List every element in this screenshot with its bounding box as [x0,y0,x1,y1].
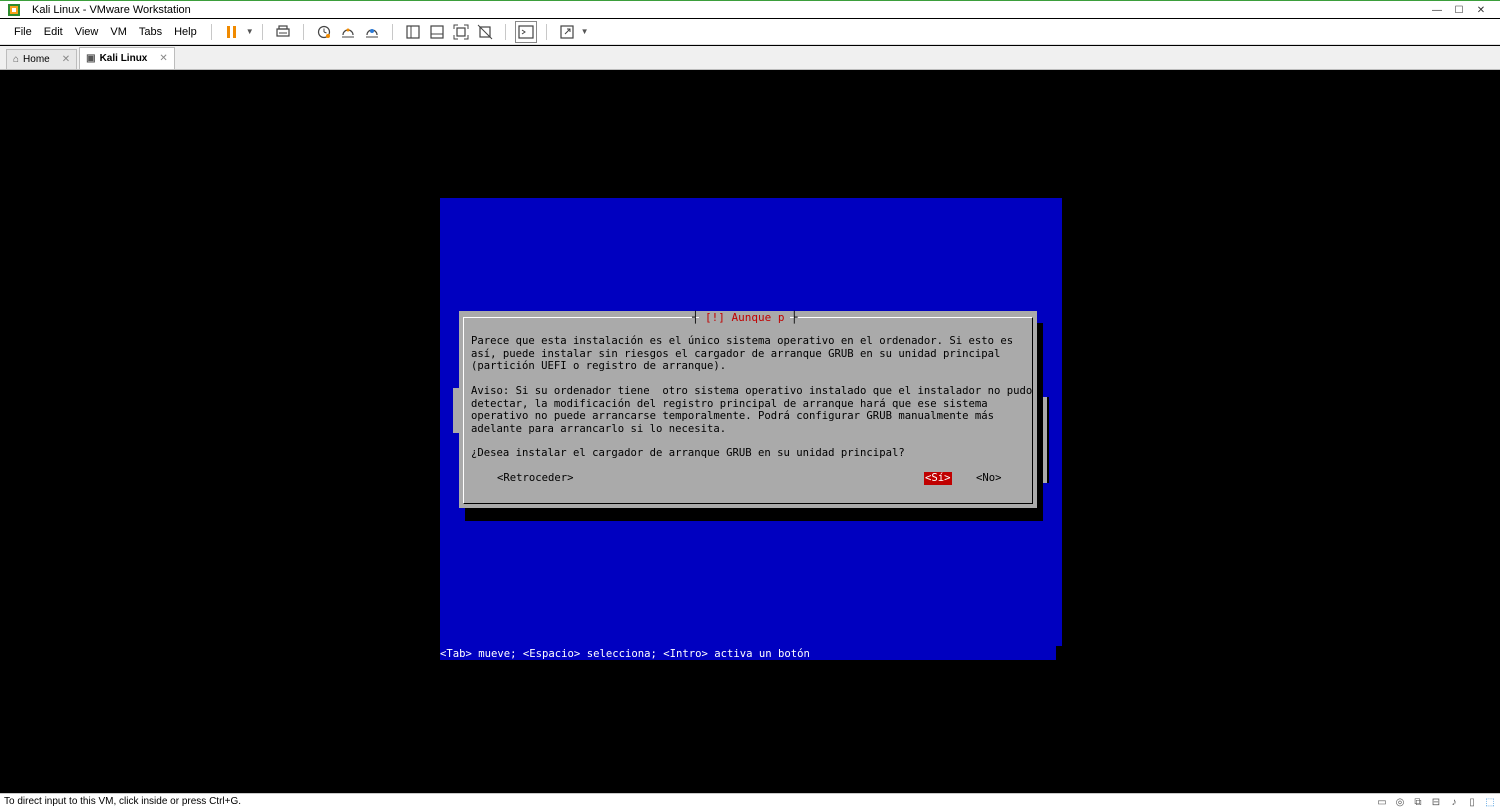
thumbnail-bar-button[interactable] [426,21,448,43]
keyboard-help-line: <Tab> mueve; <Espacio> selecciona; <Intr… [440,648,810,660]
toolbar-separator [545,23,547,40]
tab-kali-linux[interactable]: ▣ Kali Linux ✕ [79,47,175,69]
vm-icon: ▣ [86,53,96,64]
pause-dropdown-icon[interactable]: ▼ [246,27,254,36]
unity-icon [477,24,493,39]
show-library-button[interactable] [402,21,424,43]
device-status-icons: ▭ ◎ ⧉ ⊟ ♪ ▯ ⬚ [1376,794,1496,809]
back-button[interactable]: <Retroceder> [496,472,575,485]
send-ctrl-alt-del-button[interactable] [272,21,294,43]
yes-button[interactable]: <Sí> [924,472,952,485]
console-view-button[interactable] [514,20,537,43]
vm-display[interactable]: [!] Aunque p Parece que esta instalación… [0,71,1500,793]
menu-edit[interactable]: Edit [38,19,69,45]
toolbar-separator [261,23,263,40]
dialog-shadow [1037,323,1043,521]
menu-help[interactable]: Help [168,19,203,45]
no-button[interactable]: <No> [975,472,1003,485]
thumbnail-bar-icon [430,24,444,39]
menu-file[interactable]: File [8,19,38,45]
grub-install-dialog: [!] Aunque p Parece que esta instalación… [459,311,1037,508]
stretch-guest-button[interactable] [556,21,578,43]
maximize-button[interactable]: ☐ [1448,1,1470,19]
close-icon[interactable]: ✕ [159,53,167,64]
background-dialog-shadow [1047,397,1049,483]
close-button[interactable]: ✕ [1470,1,1492,19]
pause-icon [227,25,237,38]
status-message: To direct input to this VM, click inside… [4,796,242,807]
message-log-icon[interactable]: ⬚ [1484,796,1496,808]
network-adapter-icon[interactable]: ⧉ [1412,796,1424,808]
menu-view[interactable]: View [69,19,105,45]
stretch-dropdown-icon[interactable]: ▼ [581,27,589,36]
revert-snapshot-button[interactable] [337,21,359,43]
dialog-paragraph-warning: Aviso: Si su ordenador tiene otro sistem… [471,385,1033,435]
dialog-paragraph-info: Parece que esta instalación es el único … [471,335,1014,372]
tab-label: Kali Linux [99,53,148,64]
hard-disk-icon[interactable]: ▭ [1376,796,1388,808]
dialog-shadow [465,508,1043,521]
installer-console[interactable]: [!] Aunque p Parece que esta instalación… [440,198,1062,660]
full-screen-button[interactable] [450,21,472,43]
toolbar-separator [210,23,212,40]
pause-button[interactable] [221,21,243,43]
show-library-icon [406,24,420,39]
toolbar-separator [504,23,506,40]
sound-card-icon[interactable]: ♪ [1448,796,1460,808]
toolbar-separator [391,23,393,40]
toolbar-separator [302,23,304,40]
window-controls: — ☐ ✕ [1426,1,1492,19]
vmware-logo-icon [8,3,20,16]
menu-toolbar: File Edit View VM Tabs Help ▼ ▼ [0,19,1500,45]
window-title-bar: Kali Linux - VMware Workstation — ☐ ✕ [0,0,1500,18]
close-icon[interactable]: ✕ [62,54,70,65]
menu-tabs[interactable]: Tabs [133,19,168,45]
usb-controller-icon[interactable]: ⊟ [1430,796,1442,808]
cd-dvd-icon[interactable]: ◎ [1394,796,1406,808]
snapshot-button[interactable] [313,21,335,43]
status-bar: To direct input to this VM, click inside… [0,793,1500,809]
dialog-title: [!] Aunque p [692,311,798,325]
send-ctrl-alt-del-icon [276,24,290,37]
console-view-icon [518,24,534,39]
dialog-question: ¿Desea instalar el cargador de arranque … [471,447,905,459]
window-title: Kali Linux - VMware Workstation [32,3,191,16]
display-icon[interactable]: ▯ [1466,796,1478,808]
tab-label: Home [23,54,50,65]
home-icon: ⌂ [13,54,20,65]
full-screen-icon [453,24,469,39]
tab-bar: ⌂ Home ✕ ▣ Kali Linux ✕ [0,46,1500,70]
revert-snapshot-icon [341,28,354,37]
snapshot-manager-button[interactable] [361,21,383,43]
minimize-button[interactable]: — [1426,1,1448,19]
snapshot-icon [317,25,330,38]
stretch-guest-icon [560,24,574,39]
tab-home[interactable]: ⌂ Home ✕ [6,49,78,69]
unity-button[interactable] [474,21,496,43]
menu-vm[interactable]: VM [104,19,133,45]
console-edge-shadow [1056,646,1062,660]
snapshot-manager-icon [365,28,378,37]
